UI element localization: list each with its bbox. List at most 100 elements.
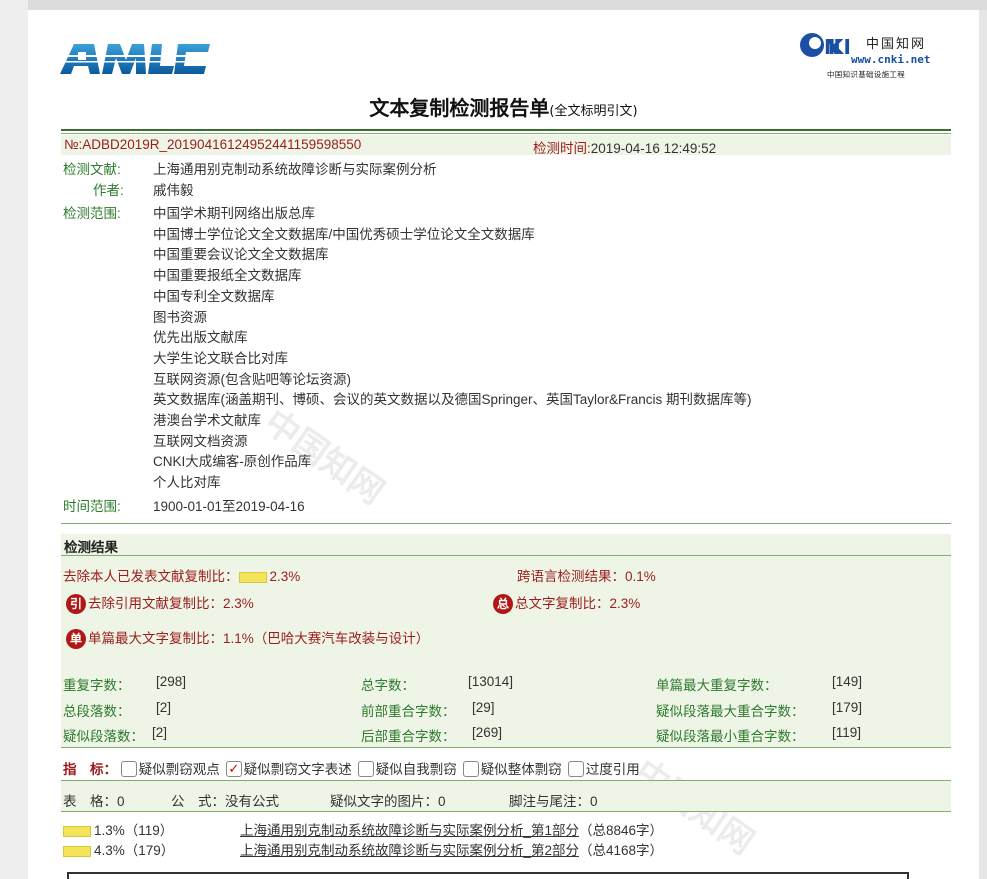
divider <box>61 747 951 748</box>
time-value: 2019-04-16 12:49:52 <box>590 141 717 156</box>
scope-item: CNKI大成编客-原创作品库 <box>153 454 312 470</box>
scope-item: 港澳台学术文献库 <box>153 413 261 428</box>
cross-lang-value: 0.1% <box>625 569 656 584</box>
indicator-label: 疑似剽窃观点 <box>138 762 220 777</box>
scope-label: 检测范围: <box>63 206 121 221</box>
scope-item: 中国博士学位论文全文数据库/中国优秀硕士学位论文全文数据库 <box>153 226 535 242</box>
scope-item: 中国重要报纸全文数据库 <box>153 268 302 284</box>
total-copy-ratio: 总总文字复制比：2.3% <box>493 592 640 615</box>
amlc-logo <box>60 44 210 74</box>
indicator-label: 过度引用 <box>585 762 640 777</box>
formula-count: 公 式：没有公式 <box>171 794 279 809</box>
svg-text:N: N <box>824 35 841 59</box>
indicator-item[interactable]: 疑似整体剽窃 <box>462 761 562 778</box>
report-page: 中国知网 中国知网 KI N 中国知网 www.cnki.net 中国知识基础设… <box>28 10 979 879</box>
indicator-item[interactable]: ✓ 疑似剽窃文字表述 <box>225 761 352 778</box>
scope-item: 图书资源 <box>153 309 207 325</box>
title-main: 文本复制检测报告单 <box>369 96 550 120</box>
indicators-label: 指 标： <box>63 762 117 777</box>
time-label: 检测时间: <box>533 141 591 156</box>
divider <box>61 133 951 134</box>
cnki-subtitle: 中国知识基础设施工程 <box>827 70 905 79</box>
checkbox-icon[interactable] <box>120 761 137 778</box>
part-total: （总4168字） <box>579 843 664 858</box>
indicator-item[interactable]: 疑似自我剽窃 <box>357 761 457 778</box>
range-value: 1900-01-01至2019-04-16 <box>153 499 305 514</box>
part-link[interactable]: 上海通用别克制动系统故障诊断与实际案例分析_第1部分 <box>240 823 579 838</box>
part-ratio: 4.3%（179） <box>94 843 175 858</box>
scope-item: 英文数据库(涵盖期刊、博硕、会议的英文数据以及德国Springer、英国Tayl… <box>153 392 752 408</box>
scope-item: 互联网文档资源 <box>153 433 248 449</box>
susp-paras-label: 疑似段落数： <box>63 729 144 744</box>
total-label: 总文字复制比： <box>515 596 610 611</box>
front-overlap-value: [29] <box>472 700 495 715</box>
scope-item: 中国重要会议论文全文数据库 <box>153 247 329 263</box>
checked-checkbox-icon[interactable]: ✓ <box>225 761 242 778</box>
self-excluded-value: 2.3% <box>269 569 301 584</box>
part-row: 1.3%（119） 上海通用别克制动系统故障诊断与实际案例分析_第1部分（总884… <box>63 819 663 839</box>
front-overlap-label: 前部重合字数： <box>361 704 456 719</box>
viewer-top-bar <box>28 0 987 10</box>
table-count: 表 格：0 <box>63 794 125 809</box>
scope-item: 中国专利全文数据库 <box>153 288 275 304</box>
divider <box>61 811 951 812</box>
indicator-item[interactable]: 过度引用 <box>567 761 640 778</box>
results-title: 检测结果 <box>64 540 118 555</box>
para-min-overlap-value: [119] <box>832 725 862 740</box>
single-badge-icon: 单 <box>66 629 86 650</box>
range-label: 时间范围: <box>63 499 121 514</box>
author-label: 作者: <box>93 183 124 198</box>
single-value: 1.1%（巴哈大赛汽车改装与设计） <box>223 631 430 646</box>
cnki-url: www.cnki.net <box>851 53 931 66</box>
cite-excluded-label: 去除引用文献复制比： <box>88 596 223 611</box>
indicator-item[interactable]: 疑似剽窃观点 <box>120 761 220 778</box>
dup-chars-label: 重复字数： <box>63 678 131 693</box>
doc-value: 上海通用别克制动系统故障诊断与实际案例分析 <box>153 162 437 177</box>
part-row: 4.3%（179） 上海通用别克制动系统故障诊断与实际案例分析_第2部分（总416… <box>63 839 663 859</box>
self-excluded-ratio: 去除本人已发表文献复制比： 2.3% <box>63 565 300 585</box>
cross-lang-label: 跨语言检测结果： <box>517 569 625 584</box>
dup-chars-value: [298] <box>156 674 187 689</box>
cite-excluded-value: 2.3% <box>223 596 254 611</box>
ratio-bar-icon <box>63 845 91 857</box>
total-paras-value: [2] <box>156 700 172 715</box>
report-number: №:ADBD2019R_20190416124952441159598550 <box>64 137 362 152</box>
checkbox-icon[interactable] <box>567 761 584 778</box>
page-title: 文本复制检测报告单(全文标明引文) <box>28 92 979 121</box>
checkbox-icon[interactable] <box>462 761 479 778</box>
single-max-ratio: 单单篇最大文字复制比：1.1%（巴哈大赛汽车改装与设计） <box>66 627 430 650</box>
report-time: 检测时间:2019-04-16 12:49:52 <box>533 137 716 157</box>
divider <box>61 555 951 556</box>
single-max-dup-label: 单篇最大重复字数： <box>656 678 778 693</box>
total-paras-label: 总段落数： <box>63 704 131 719</box>
single-label: 单篇最大文字复制比： <box>88 631 223 646</box>
scope-item: 中国学术期刊网络出版总库 <box>153 206 315 221</box>
author-value: 戚伟毅 <box>153 183 194 198</box>
footnote-count: 脚注与尾注：0 <box>509 794 598 809</box>
part-total: （总8846字） <box>579 823 664 838</box>
para-max-overlap-label: 疑似段落最大重合字数： <box>656 704 805 719</box>
total-badge-icon: 总 <box>493 594 513 615</box>
scope-item: 互联网资源(包含贴吧等论坛资源) <box>153 371 351 387</box>
indicator-label: 疑似剽窃文字表述 <box>243 762 352 777</box>
back-overlap-label: 后部重合字数： <box>361 729 456 744</box>
total-chars-label: 总字数： <box>361 678 415 693</box>
susp-paras-value: [2] <box>152 725 168 740</box>
scope-item: 个人比对库 <box>153 475 221 491</box>
doc-label: 检测文献: <box>63 162 121 177</box>
cross-language-result: 跨语言检测结果：0.1% <box>517 565 656 585</box>
image-count: 疑似文字的图片：0 <box>330 794 446 809</box>
part-link[interactable]: 上海通用别克制动系统故障诊断与实际案例分析_第2部分 <box>240 843 579 858</box>
self-excluded-label: 去除本人已发表文献复制比： <box>63 569 239 584</box>
single-max-dup-value: [149] <box>832 674 863 689</box>
part-ratio: 1.3%（119） <box>94 823 174 838</box>
indicator-list: 疑似剽窃观点 ✓ 疑似剽窃文字表述 疑似自我剽窃 疑似整体剽窃 过度引用 <box>120 761 646 778</box>
cnki-name: 中国知网 <box>866 37 927 52</box>
scope-item: 优先出版文献库 <box>153 330 248 346</box>
para-min-overlap-label: 疑似段落最小重合字数： <box>656 729 805 744</box>
scope-item: 大学生论文联合比对库 <box>153 350 288 366</box>
ratio-bar-icon <box>63 825 91 837</box>
para-max-overlap-value: [179] <box>832 700 863 715</box>
checkbox-icon[interactable] <box>357 761 374 778</box>
divider <box>61 523 951 524</box>
